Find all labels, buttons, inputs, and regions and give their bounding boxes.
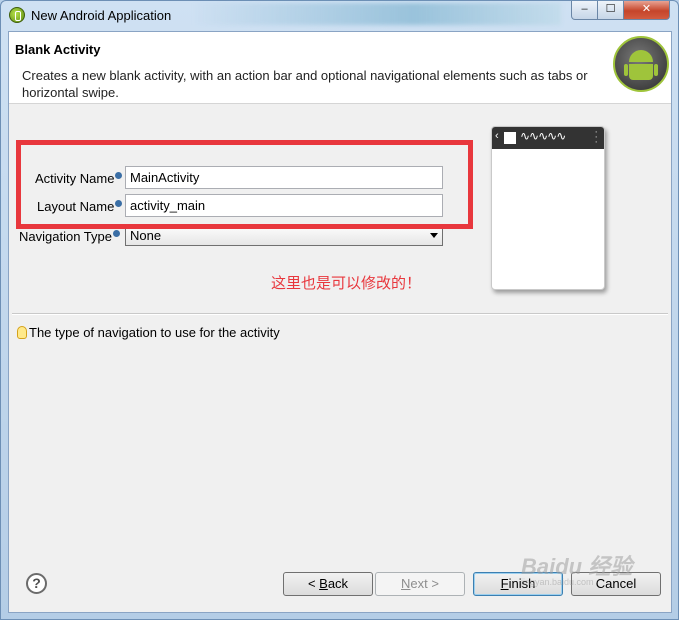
page-title: Blank Activity	[15, 42, 101, 57]
preview-action-bar: ‹ ∿∿∿∿∿ · · ·	[492, 127, 604, 149]
title-bar[interactable]: New Android Application ‒ ☐ ✕	[1, 1, 678, 31]
highlight-box	[16, 140, 473, 229]
back-button[interactable]: < Back	[283, 572, 373, 596]
dialog-window: New Android Application ‒ ☐ ✕ Blank Acti…	[0, 0, 679, 620]
navigation-type-label: Navigation Type	[19, 229, 120, 244]
maximize-button[interactable]: ☐	[597, 1, 624, 20]
activity-preview: ‹ ∿∿∿∿∿ · · ·	[491, 126, 605, 290]
info-icon	[113, 230, 120, 237]
android-app-icon	[9, 7, 25, 23]
blurred-background	[191, 3, 561, 25]
preview-overflow-icon: · · ·	[594, 126, 598, 148]
android-logo-icon	[613, 36, 669, 92]
next-button[interactable]: Next >	[375, 572, 465, 596]
help-icon[interactable]: ?	[26, 573, 47, 594]
annotation-text: 这里也是可以修改的！	[271, 274, 422, 292]
preview-title-icon: ∿∿∿∿∿	[520, 129, 566, 143]
minimize-button[interactable]: ‒	[571, 1, 598, 20]
lightbulb-icon	[17, 326, 27, 339]
navigation-type-value: None	[130, 228, 162, 243]
wizard-header: Blank Activity Creates a new blank activ…	[9, 32, 671, 104]
preview-app-icon	[504, 132, 516, 144]
dialog-content: Blank Activity Creates a new blank activ…	[8, 31, 672, 613]
close-button[interactable]: ✕	[623, 1, 670, 20]
window-title: New Android Application	[31, 8, 172, 23]
watermark: Baidu 经验 jingyan.baidu.com	[521, 554, 633, 587]
page-description: Creates a new blank activity, with an ac…	[22, 68, 588, 100]
dropdown-arrow-icon	[430, 233, 438, 238]
preview-back-icon: ‹	[495, 130, 499, 142]
separator	[12, 313, 668, 315]
field-hint: The type of navigation to use for the ac…	[17, 325, 280, 340]
